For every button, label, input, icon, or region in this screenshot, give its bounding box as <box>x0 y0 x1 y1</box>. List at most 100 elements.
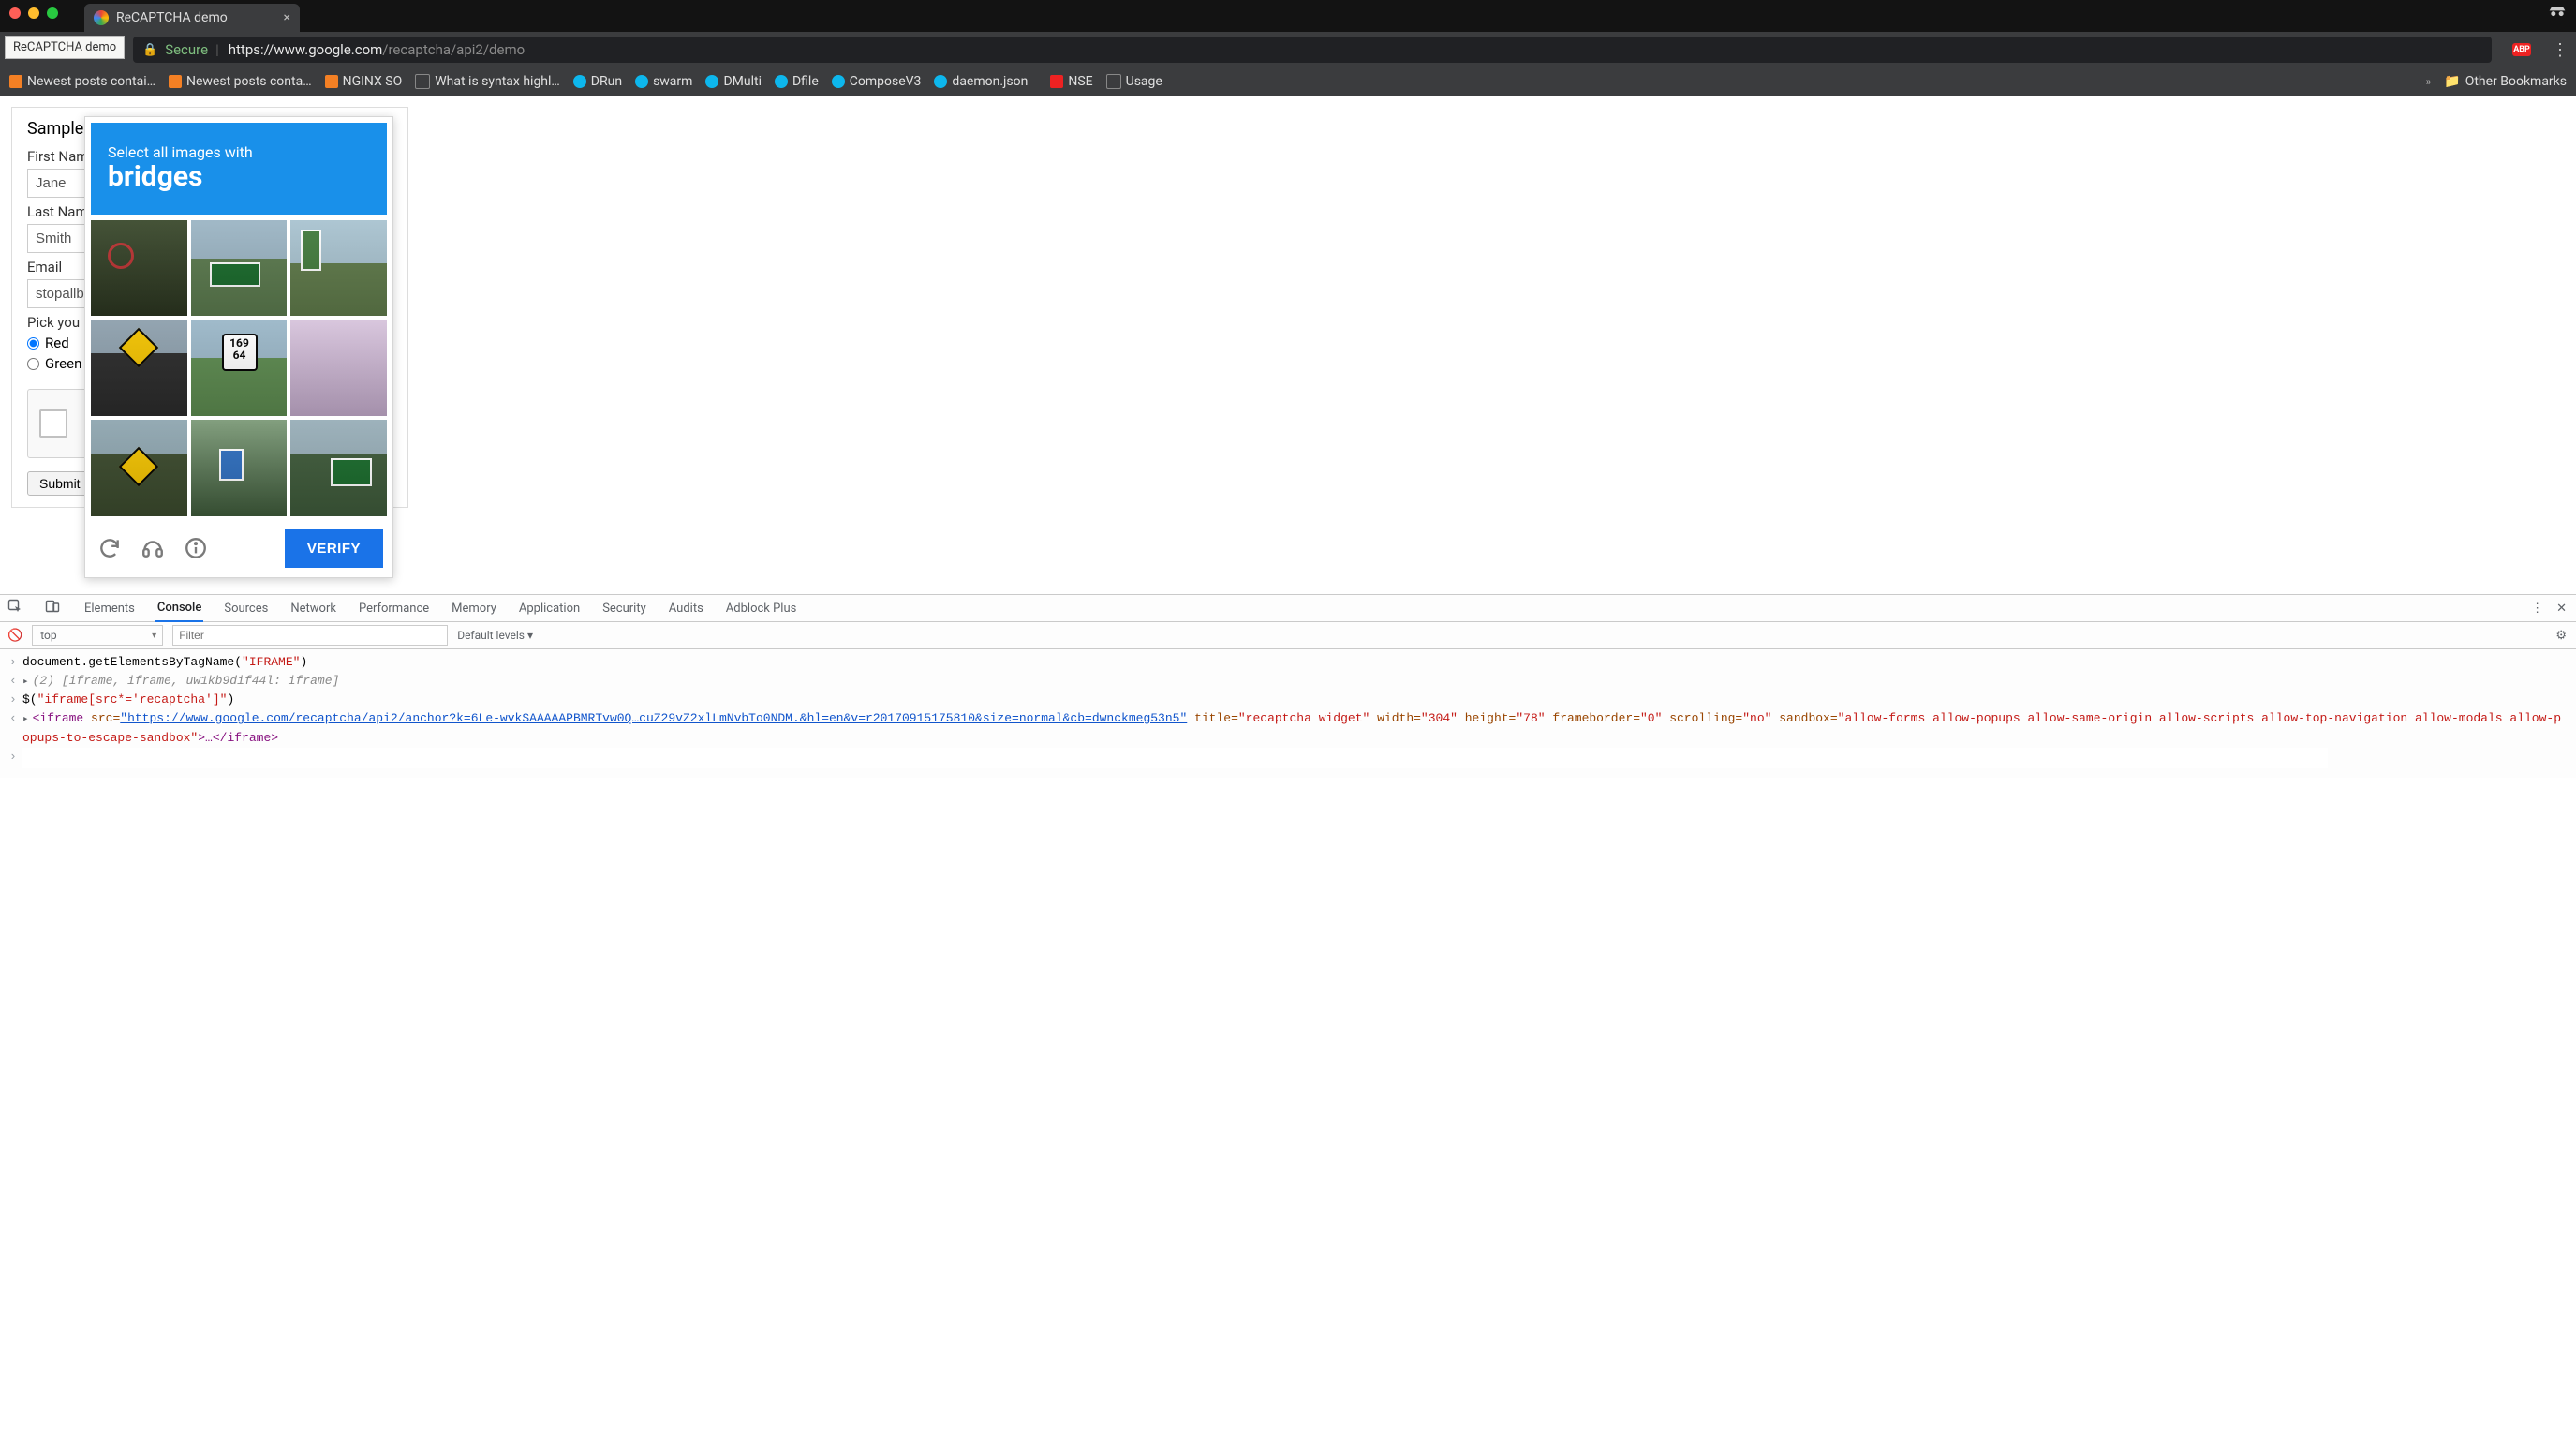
other-bookmarks[interactable]: 📁Other Bookmarks <box>2444 74 2567 89</box>
bookmark-item[interactable]: What is syntax highl… <box>415 74 560 89</box>
device-toggle-icon[interactable] <box>45 599 60 617</box>
url-bar[interactable]: 🔒 Secure | https://www.google.com/recapt… <box>133 37 2492 63</box>
bookmark-item[interactable]: swarm <box>635 74 692 89</box>
bookmark-item[interactable]: ComposeV3 <box>832 74 922 89</box>
stackoverflow-icon <box>325 75 338 88</box>
console-filterbar: 🚫 top Default levels ▾ ⚙ <box>0 622 2576 649</box>
tab-network[interactable]: Network <box>289 595 338 621</box>
bookmark-item[interactable]: NGINX SO <box>325 74 403 89</box>
captcha-tile[interactable] <box>290 220 387 317</box>
docker-icon <box>573 75 586 88</box>
captcha-tile[interactable] <box>290 420 387 516</box>
adblock-icon[interactable]: ABP <box>2512 43 2531 56</box>
bookmarks-overflow[interactable]: » <box>2426 75 2432 88</box>
console-output-line: (2) [iframe, iframe, uw1kb9dif44l: ifram… <box>22 672 339 691</box>
tab-memory[interactable]: Memory <box>450 595 498 621</box>
docker-icon <box>705 75 718 88</box>
page-icon <box>1106 74 1121 89</box>
browser-menu-icon[interactable]: ⋮ <box>2552 40 2569 60</box>
tab-adblock[interactable]: Adblock Plus <box>724 595 799 621</box>
console-settings-icon[interactable]: ⚙ <box>2555 629 2567 643</box>
recaptcha-checkbox[interactable] <box>39 409 67 438</box>
tab-close-icon[interactable]: × <box>274 10 290 25</box>
stackoverflow-icon <box>169 75 182 88</box>
bookmark-item[interactable]: DRun <box>573 74 622 89</box>
bookmark-item[interactable]: DMulti <box>705 74 762 89</box>
console-output: document.getElementsByTagName("IFRAME") … <box>0 649 2576 778</box>
captcha-tile[interactable] <box>91 420 187 516</box>
tab-elements[interactable]: Elements <box>82 595 137 621</box>
console-prompt-input[interactable] <box>22 748 2328 768</box>
bookmark-item[interactable]: NSE <box>1041 74 1092 89</box>
page-content: Sample First Nam Last Nam Email Pick you… <box>0 107 2576 594</box>
secure-label: Secure <box>165 41 208 58</box>
captcha-tile[interactable] <box>191 420 288 516</box>
docker-icon <box>934 75 947 88</box>
window-minimize-icon[interactable] <box>28 7 39 19</box>
tab-strip: ReCAPTCHA demo × ReCAPTCHA demo <box>0 0 2576 32</box>
bookmark-item[interactable]: Newest posts contai… <box>9 74 155 89</box>
favicon-icon <box>94 10 109 25</box>
url-path: /recaptcha/api2/demo <box>382 41 525 58</box>
audio-icon[interactable] <box>138 533 168 563</box>
inspect-icon[interactable] <box>7 599 22 617</box>
captcha-tile[interactable] <box>91 320 187 416</box>
captcha-grid: 169 64 <box>91 220 387 516</box>
submit-button[interactable]: Submit <box>27 471 93 496</box>
console-input-line: document.getElementsByTagName("IFRAME") <box>22 653 307 672</box>
captcha-footer: VERIFY <box>91 529 387 572</box>
captcha-instruction: Select all images with <box>108 143 370 161</box>
radio-red-label: Red <box>45 335 69 351</box>
window-close-icon[interactable] <box>9 7 21 19</box>
devtools-menu-icon[interactable]: ⋮ <box>2531 602 2543 616</box>
lock-icon: 🔒 <box>142 43 157 57</box>
stackoverflow-icon <box>9 75 22 88</box>
console-output-line: <iframe src="https://www.google.com/reca… <box>22 709 2567 747</box>
clear-console-icon[interactable]: 🚫 <box>7 629 22 643</box>
tab-console[interactable]: Console <box>155 594 203 622</box>
url-separator: | <box>215 41 219 58</box>
devtools-panel: Elements Console Sources Network Perform… <box>0 594 2576 778</box>
context-selector[interactable]: top <box>32 625 163 646</box>
devtools-close-icon[interactable]: ✕ <box>2556 602 2567 616</box>
tab-sources[interactable]: Sources <box>222 595 270 621</box>
bookmarks-bar: Newest posts contai… Newest posts conta…… <box>0 67 2576 96</box>
docker-icon <box>775 75 788 88</box>
captcha-tile[interactable] <box>290 320 387 416</box>
page-icon <box>415 74 430 89</box>
tab-tooltip: ReCAPTCHA demo <box>5 36 125 59</box>
tab-performance[interactable]: Performance <box>357 595 431 621</box>
devtools-tabs: Elements Console Sources Network Perform… <box>0 595 2576 622</box>
bookmark-item[interactable]: Dfile <box>775 74 819 89</box>
folder-icon: 📁 <box>2444 74 2460 89</box>
window-zoom-icon[interactable] <box>47 7 58 19</box>
radio-green-label: Green <box>45 355 81 372</box>
docker-icon <box>832 75 845 88</box>
url-host: https://www.google.com <box>229 41 383 58</box>
docker-icon <box>635 75 648 88</box>
captcha-target: bridges <box>108 161 370 194</box>
captcha-header: Select all images with bridges <box>91 123 387 215</box>
bookmark-item[interactable]: Newest posts conta… <box>169 74 312 89</box>
captcha-tile[interactable] <box>91 220 187 317</box>
log-levels-dropdown[interactable]: Default levels ▾ <box>457 629 533 642</box>
tab-audits[interactable]: Audits <box>667 595 705 621</box>
tab-recaptcha-demo[interactable]: ReCAPTCHA demo × ReCAPTCHA demo <box>84 4 300 32</box>
adblock-icon <box>1050 75 1063 88</box>
captcha-tile[interactable]: 169 64 <box>191 320 288 416</box>
radio-red[interactable] <box>27 337 39 350</box>
bookmark-item[interactable]: Usage <box>1106 74 1162 89</box>
bookmark-item[interactable]: daemon.json <box>934 74 1028 89</box>
console-filter-input[interactable] <box>172 625 448 646</box>
verify-button[interactable]: VERIFY <box>285 529 383 568</box>
incognito-icon <box>2548 6 2567 22</box>
tab-security[interactable]: Security <box>600 595 648 621</box>
reload-icon[interactable] <box>95 533 125 563</box>
radio-green[interactable] <box>27 358 39 370</box>
tab-application[interactable]: Application <box>517 595 582 621</box>
captcha-tile[interactable] <box>191 220 288 317</box>
recaptcha-challenge: Select all images with bridges 169 64 <box>84 116 393 578</box>
browser-toolbar: ← → ⟳ ⌂ 🔒 Secure | https://www.google.co… <box>0 32 2576 67</box>
console-input-line: $("iframe[src*='recaptcha']") <box>22 691 234 709</box>
info-icon[interactable] <box>181 533 211 563</box>
